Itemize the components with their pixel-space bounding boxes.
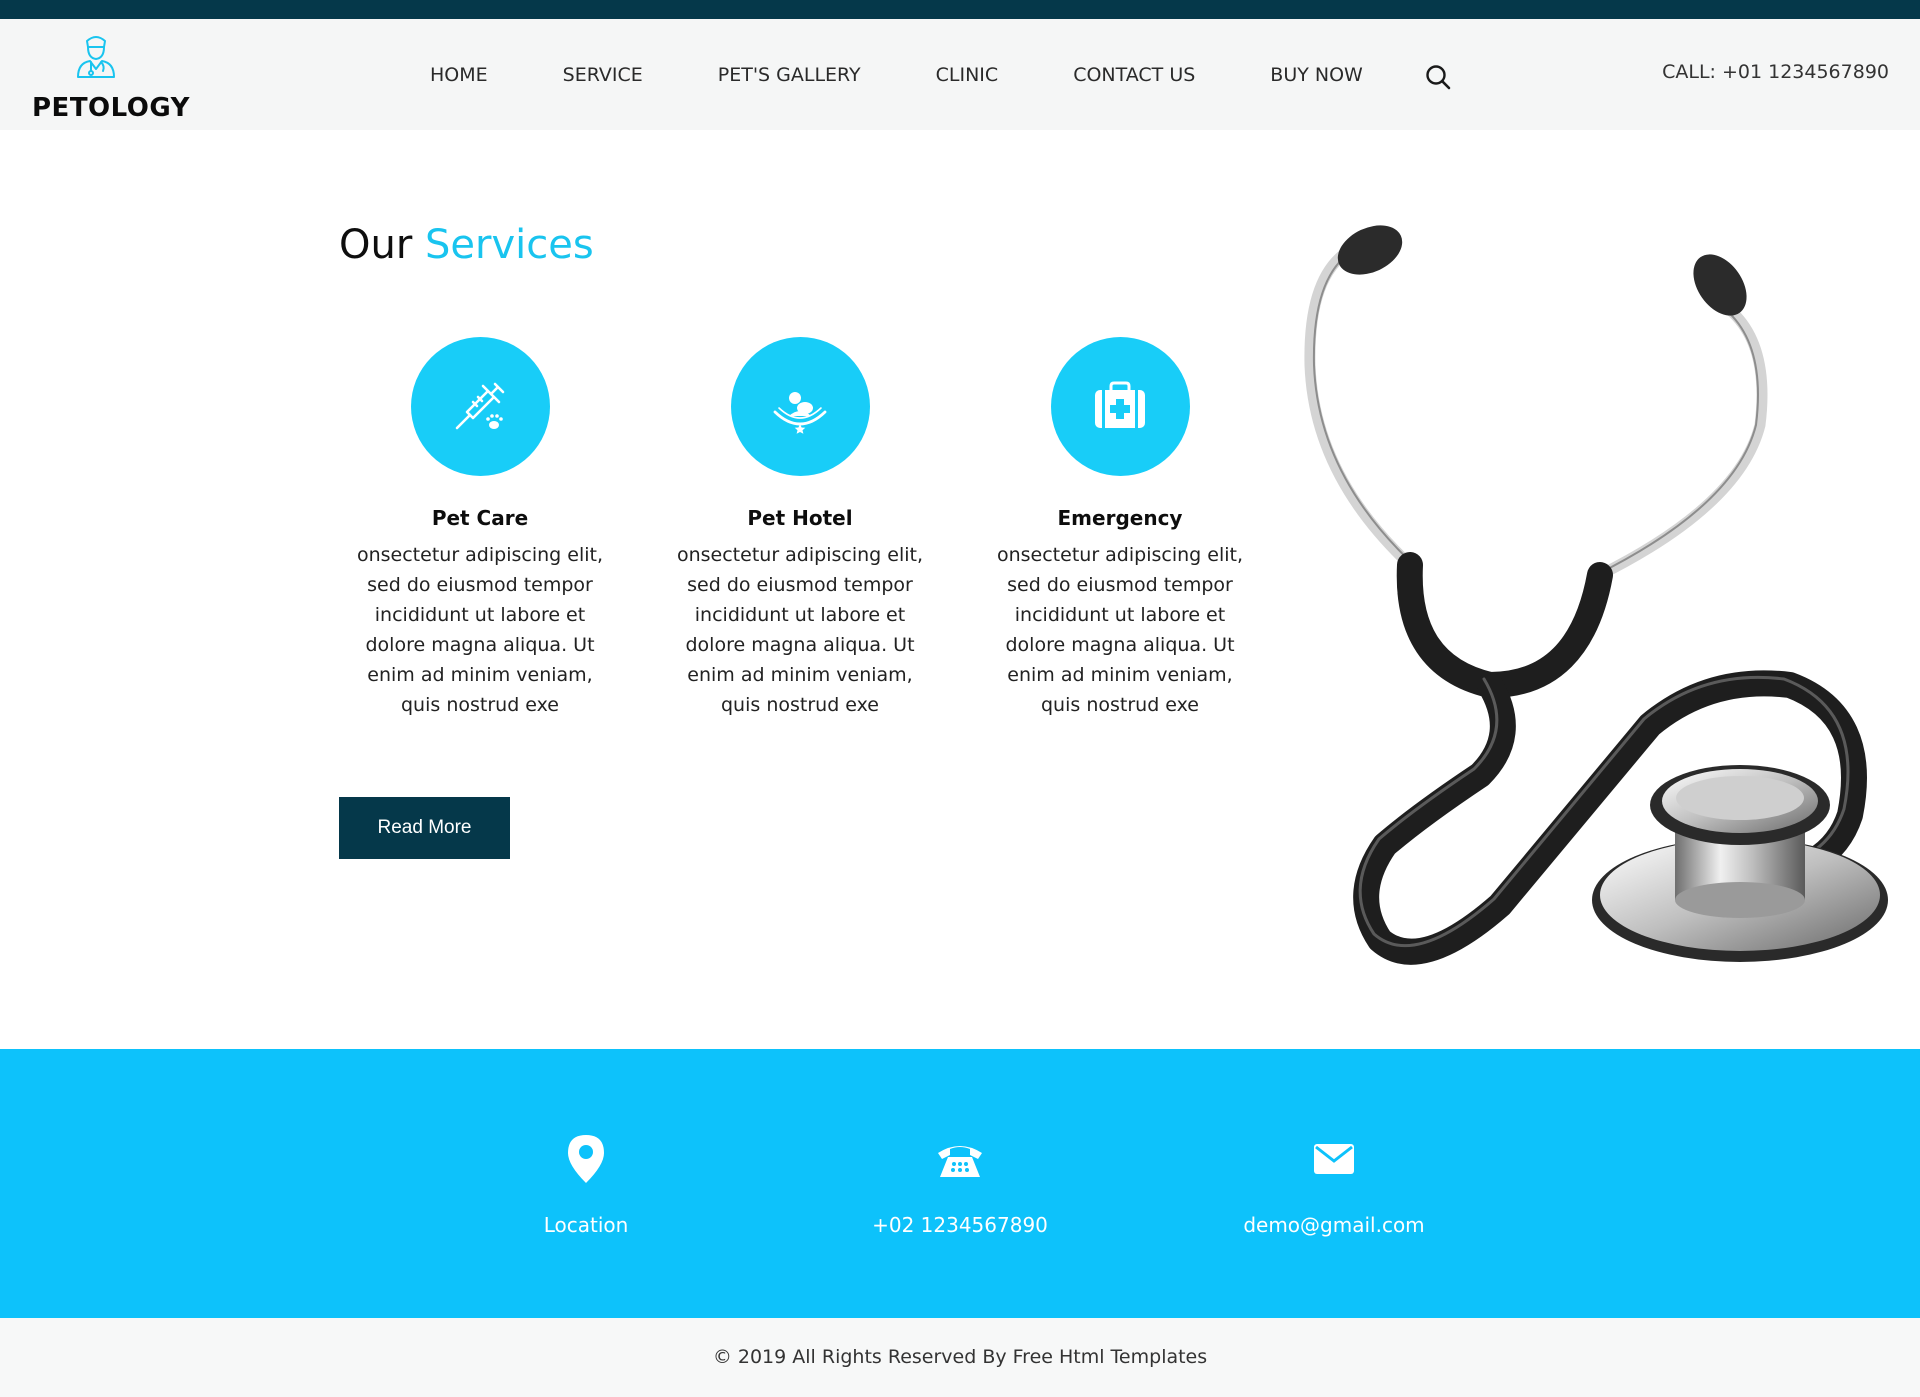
service-title: Emergency [1057,506,1183,530]
service-title: Pet Hotel [747,506,853,530]
phone-icon [938,1146,982,1177]
service-card-pet-care: Pet Care onsectetur adipiscing elit, sed… [340,337,620,720]
service-card-pet-hotel: Pet Hotel onsectetur adipiscing elit, se… [660,337,940,720]
services-heading-plain: Our [339,222,425,268]
search-icon[interactable] [1424,63,1452,91]
service-title: Pet Care [431,506,529,530]
service-card-emergency: Emergency onsectetur adipiscing elit, se… [980,337,1260,720]
service-icon-circle [730,337,870,476]
service-icon-circle [1050,337,1190,476]
call-phone-number[interactable]: CALL: +01 1234567890 [1662,61,1889,83]
site-footer: © 2019 All Rights Reserved By Free Html … [0,1318,1920,1397]
contact-phone[interactable]: +02 1234567890 [810,1129,1110,1237]
top-accent-bar [0,0,1920,19]
first-aid-kit-icon [1095,381,1145,428]
services-heading: Our Services [339,222,594,268]
brand-logo[interactable]: PETOLOGY [30,29,190,123]
contact-location[interactable]: Location [436,1129,736,1237]
main-nav: HOME SERVICE PET'S GALLERY CLINIC CONTAC… [430,59,1438,91]
brand-name: PETOLOGY [32,93,190,123]
syringe-paw-icon [455,382,505,429]
nav-item-home[interactable]: HOME [430,64,488,86]
service-description: onsectetur adipiscing elit, sed do eiusm… [356,544,603,716]
service-icon-circle [410,337,550,476]
service-description: onsectetur adipiscing elit, sed do eiusm… [996,544,1243,716]
services-heading-accent: Services [425,222,594,268]
nav-item-service[interactable]: SERVICE [563,64,643,86]
service-description: onsectetur adipiscing elit, sed do eiusm… [676,544,923,716]
location-pin-icon [568,1135,604,1183]
envelope-icon [1314,1144,1354,1174]
stethoscope-image [1304,225,1888,965]
read-more-button[interactable]: Read More [339,797,510,859]
contact-email[interactable]: demo@gmail.com [1184,1129,1484,1237]
contact-band: Location +02 1234567890 demo@gmail.com [0,1049,1920,1318]
nav-item-buy-now[interactable]: BUY NOW [1270,64,1363,86]
contact-email-text: demo@gmail.com [1243,1213,1425,1237]
nav-item-pets-gallery[interactable]: PET'S GALLERY [718,64,861,86]
nav-item-contact-us[interactable]: CONTACT US [1073,64,1195,86]
contact-location-text: Location [543,1213,629,1237]
nav-item-clinic[interactable]: CLINIC [936,64,999,86]
contact-phone-text: +02 1234567890 [872,1213,1048,1237]
doctor-avatar-icon [77,36,115,78]
site-header: PETOLOGY HOME SERVICE PET'S GALLERY CLIN… [0,19,1920,130]
copyright-text: © 2019 All Rights Reserved By Free Html … [712,1346,1208,1368]
pet-hotel-icon [773,391,827,434]
